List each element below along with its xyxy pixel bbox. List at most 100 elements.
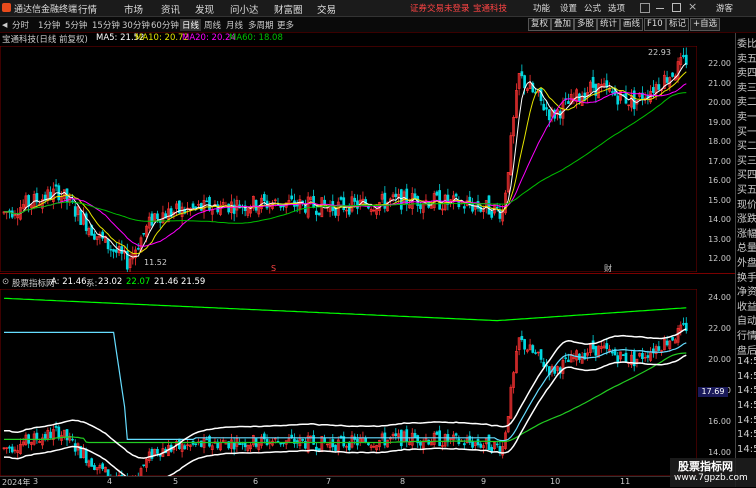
multi-stock-button[interactable]: 多股 <box>574 18 598 31</box>
candle-body <box>652 87 655 93</box>
current-stock-title: 宝通科技 <box>473 4 508 14</box>
sub-indicator-lines <box>3 297 687 476</box>
period-tick[interactable]: 分时 <box>12 19 29 31</box>
quote-panel-label: 总量 <box>737 243 756 255</box>
maximize-icon[interactable] <box>672 3 681 12</box>
sub-candle-body <box>624 352 628 362</box>
candle-body <box>657 84 661 90</box>
sub-candle-body <box>523 339 526 350</box>
menu-discover[interactable]: 发现 <box>195 2 214 16</box>
quote-panel-label: 自动 <box>737 316 756 328</box>
sub-candle-body <box>90 458 94 467</box>
quote-panel-label: 买五 <box>737 185 756 196</box>
candle-body <box>399 189 403 210</box>
quote-panel-label: 卖五 <box>737 53 756 65</box>
quote-panel-label: 行情 <box>737 331 756 342</box>
candle-body <box>315 210 318 215</box>
login-notice[interactable]: 证券交易未登录 <box>410 2 470 14</box>
sub-candle-body <box>605 343 609 350</box>
indicator-chart[interactable] <box>0 289 697 476</box>
period-daily[interactable]: 日线 <box>180 19 202 31</box>
adjust-button[interactable]: 复权 <box>528 18 552 31</box>
quote-panel-label: 涨幅 <box>737 228 756 240</box>
time-tick: 4 <box>107 477 113 486</box>
candle-body <box>454 193 458 197</box>
period-5min[interactable]: 5分钟 <box>65 19 87 31</box>
main-y-tick: 21.00 <box>708 78 731 88</box>
candle-body <box>547 109 551 121</box>
sub-candle-body <box>462 443 466 446</box>
menu-settings[interactable]: 设置 <box>560 2 577 14</box>
sub-candle-body <box>641 353 644 360</box>
time-tick: 7 <box>326 477 332 486</box>
quote-panel-label: 买四 <box>737 170 756 182</box>
menu-options[interactable]: 选项 <box>608 2 625 14</box>
menu-formula[interactable]: 公式 <box>584 2 601 14</box>
period-1min[interactable]: 1分钟 <box>38 19 60 31</box>
main-y-tick: 16.00 <box>708 176 731 185</box>
sub-candle-body <box>156 449 159 454</box>
skin-icon[interactable] <box>640 3 650 13</box>
stats-button[interactable]: 统计 <box>597 18 621 31</box>
indicator-c: 22.07 <box>126 277 151 287</box>
sub-y-tick: 16.00 <box>708 417 731 426</box>
minimize-icon[interactable] <box>656 8 664 9</box>
time-tick: 8 <box>400 477 406 486</box>
menu-news[interactable]: 资讯 <box>161 2 180 16</box>
sub-candle-body <box>8 446 11 449</box>
menu-trade[interactable]: 交易 <box>317 2 336 16</box>
quote-panel-label: 14:5 <box>737 356 756 368</box>
candle-body <box>545 107 548 110</box>
overlay-button[interactable]: 叠加 <box>551 18 575 31</box>
indicator-a: A: 21.46 <box>51 277 87 287</box>
candle-body <box>523 75 526 89</box>
sub-candle-body <box>54 425 58 428</box>
period-weekly[interactable]: 周线 <box>204 19 221 31</box>
finance-marker[interactable]: 财 <box>604 263 612 272</box>
quote-panel-label: 14:5 <box>737 414 756 426</box>
sub-candle-body <box>520 335 524 340</box>
quote-panel-label: 买二 <box>737 141 756 153</box>
period-30min[interactable]: 30分钟 <box>122 19 150 31</box>
draw-button[interactable]: 画线 <box>620 18 644 31</box>
quote-panel-label: 买一 <box>737 126 756 138</box>
menu-function[interactable]: 功能 <box>533 2 550 14</box>
ma10-value: MA10: 20.72 <box>135 33 189 43</box>
sub-candle-body <box>367 443 370 446</box>
sub-candle-body <box>93 465 96 470</box>
mark-button[interactable]: 标记 <box>666 18 690 31</box>
close-icon[interactable]: × <box>688 0 697 13</box>
period-60min[interactable]: 60分钟 <box>151 19 179 31</box>
menu-market[interactable]: 市场 <box>124 2 143 16</box>
sub-candle-body <box>241 443 244 445</box>
f10-button[interactable]: F10 <box>644 18 666 31</box>
menu-ask[interactable]: 问小达 <box>230 2 259 16</box>
quote-panel-label: 14:5 <box>737 385 756 397</box>
app-logo-icon <box>2 3 11 12</box>
sub-candle-body <box>610 351 614 354</box>
period-multi[interactable]: 多周期 <box>248 19 274 31</box>
period-15min[interactable]: 15分钟 <box>92 19 120 31</box>
period-monthly[interactable]: 月线 <box>226 19 243 31</box>
collapse-icon[interactable]: ◀ <box>2 21 7 29</box>
sub-candle-body <box>43 434 47 439</box>
indicator-d: 21.46 <box>154 277 179 287</box>
menu-quotes[interactable]: 行情 <box>78 2 97 16</box>
indicator-settings-icon[interactable]: ⊙ <box>2 277 9 287</box>
menu-wealth[interactable]: 财富圈 <box>274 2 303 16</box>
sub-candle-body <box>671 337 674 341</box>
add-watchlist-button[interactable]: +自选 <box>690 18 721 31</box>
candle-body <box>205 200 209 203</box>
candle-body <box>394 193 398 198</box>
sub-candle-body <box>394 433 398 437</box>
sub-candle-body <box>364 437 368 443</box>
user-guest[interactable]: 游客 <box>716 2 733 14</box>
candlestick-chart[interactable]: 22.93 11.52 S 财 <box>0 46 697 272</box>
sub-y-tick: 24.00 <box>708 293 731 302</box>
high-price-label: 22.93 <box>648 48 671 57</box>
time-tick: 3 <box>33 477 39 486</box>
candle-body <box>567 101 570 104</box>
main-y-tick: 15.00 <box>708 195 731 205</box>
ma20-value: MA20: 20.24 <box>182 33 236 43</box>
period-more[interactable]: 更多 <box>277 19 294 31</box>
